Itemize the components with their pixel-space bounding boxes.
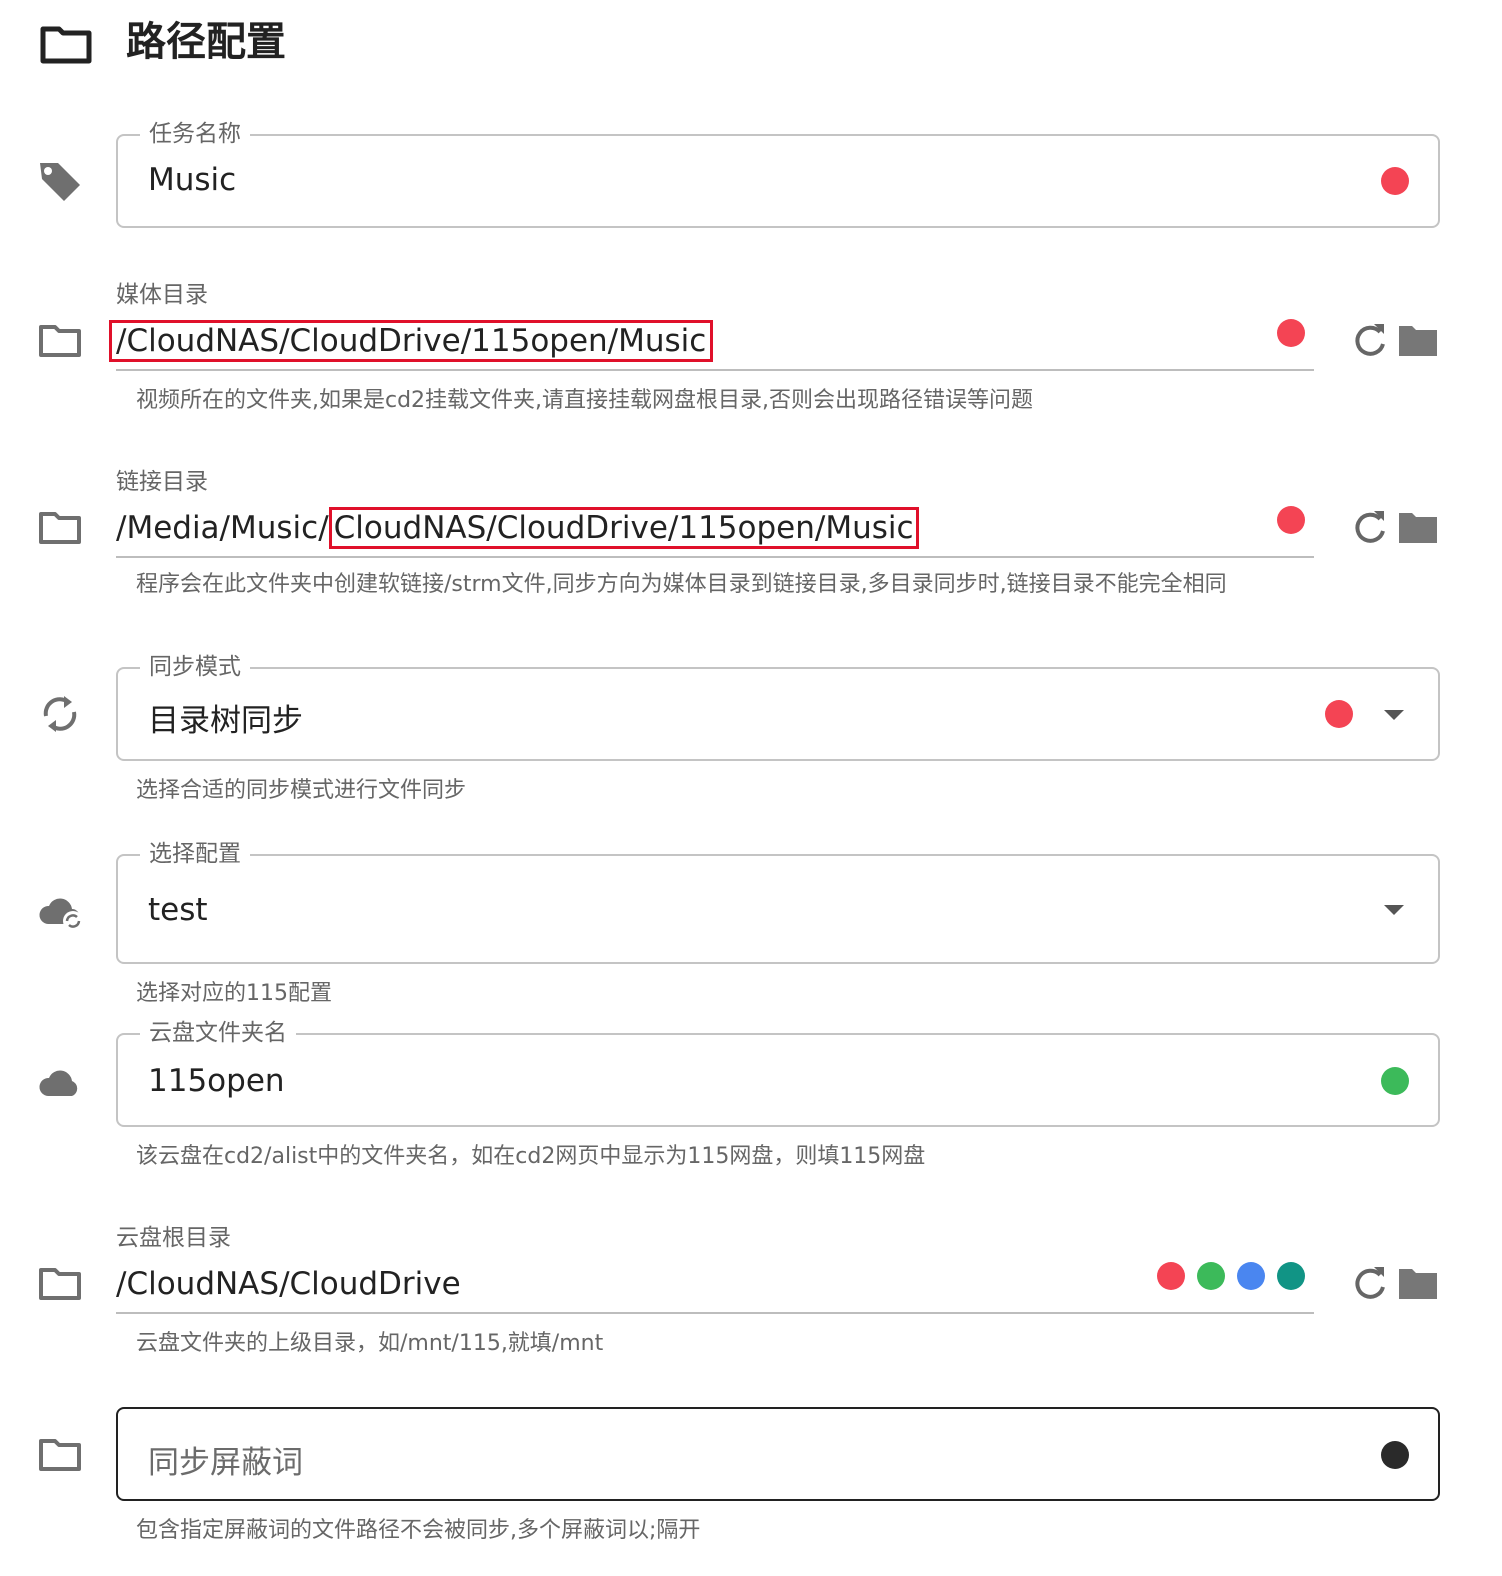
block-words-helper: 包含指定屏蔽词的文件路径不会被同步,多个屏蔽词以;隔开: [136, 1518, 701, 1543]
status-dot: [1325, 700, 1353, 728]
cloud-folder-helper: 该云盘在cd2/alist中的文件夹名，如在cd2网页中显示为115网盘，则填1…: [136, 1144, 926, 1169]
task-name-field[interactable]: 任务名称 Music: [116, 119, 1440, 228]
link-dir-prefix: /Media/Music/: [116, 510, 329, 546]
task-name-value: Music: [148, 162, 237, 198]
link-dir-helper: 程序会在此文件夹中创建软链接/strm文件,同步方向为媒体目录到链接目录,多目录…: [136, 572, 1227, 597]
folder-outline-icon: [40, 24, 92, 64]
highlight-box: CloudNAS/CloudDrive/115open/Music: [328, 507, 919, 549]
config-select-label: 选择配置: [140, 839, 250, 869]
block-words-placeholder: 同步屏蔽词: [148, 1445, 303, 1481]
tag-icon: [36, 157, 84, 205]
cloud-root-helper: 云盘文件夹的上级目录，如/mnt/115,就填/mnt: [136, 1331, 604, 1356]
folder-icon[interactable]: [1398, 507, 1438, 547]
sync-mode-value: 目录树同步: [148, 703, 303, 739]
folder-icon[interactable]: [1398, 1263, 1438, 1303]
cloud-root-input[interactable]: /CloudNAS/CloudDrive: [116, 1263, 461, 1305]
cloud-icon: [36, 1058, 84, 1106]
refresh-icon[interactable]: [1350, 1263, 1390, 1303]
config-select-helper: 选择对应的115配置: [136, 981, 332, 1006]
sync-icon: [36, 690, 84, 738]
input-underline: [116, 556, 1314, 558]
media-dir-label: 媒体目录: [116, 282, 208, 308]
chevron-down-icon[interactable]: [1384, 905, 1404, 915]
sync-mode-label: 同步模式: [140, 652, 250, 682]
media-dir-helper: 视频所在的文件夹,如果是cd2挂载文件夹,请直接挂载网盘根目录,否则会出现路径错…: [136, 388, 1034, 413]
link-dir-input[interactable]: /Media/Music/CloudNAS/CloudDrive/115open…: [116, 507, 919, 549]
refresh-icon[interactable]: [1350, 507, 1390, 547]
page-title: 路径配置: [126, 19, 286, 65]
task-name-label: 任务名称: [140, 119, 250, 149]
sync-mode-select[interactable]: 同步模式 目录树同步: [116, 652, 1440, 761]
folder-outline-icon: [36, 1261, 84, 1309]
config-select[interactable]: 选择配置 test: [116, 839, 1440, 964]
cloud-folder-field[interactable]: 云盘文件夹名 115open: [116, 1018, 1440, 1127]
status-dot: [1381, 1067, 1409, 1095]
status-dot: [1277, 319, 1305, 347]
block-words-field[interactable]: 同步屏蔽词: [116, 1407, 1440, 1501]
link-dir-label: 链接目录: [116, 469, 208, 495]
folder-outline-icon: [36, 505, 84, 553]
input-underline: [116, 1312, 1314, 1314]
folder-icon[interactable]: [1398, 320, 1438, 360]
folder-outline-icon: [36, 1432, 84, 1480]
status-dot: [1277, 1262, 1305, 1290]
status-dot: [1277, 506, 1305, 534]
status-dot: [1381, 1441, 1409, 1469]
cloud-folder-label: 云盘文件夹名: [140, 1018, 296, 1048]
input-underline: [116, 369, 1314, 371]
sync-mode-helper: 选择合适的同步模式进行文件同步: [136, 778, 467, 803]
media-dir-input[interactable]: /CloudNAS/CloudDrive/115open/Music: [109, 320, 714, 362]
status-dot: [1197, 1262, 1225, 1290]
cloud-folder-value: 115open: [148, 1063, 285, 1099]
refresh-icon[interactable]: [1350, 320, 1390, 360]
status-dot: [1381, 167, 1409, 195]
cloud-sync-icon: [36, 888, 84, 936]
cloud-root-label: 云盘根目录: [116, 1225, 231, 1251]
highlight-box: /CloudNAS/CloudDrive/115open/Music: [109, 320, 714, 362]
status-dot: [1237, 1262, 1265, 1290]
folder-outline-icon: [36, 318, 84, 366]
chevron-down-icon[interactable]: [1384, 710, 1404, 720]
config-select-value: test: [148, 892, 208, 928]
status-dot: [1157, 1262, 1185, 1290]
